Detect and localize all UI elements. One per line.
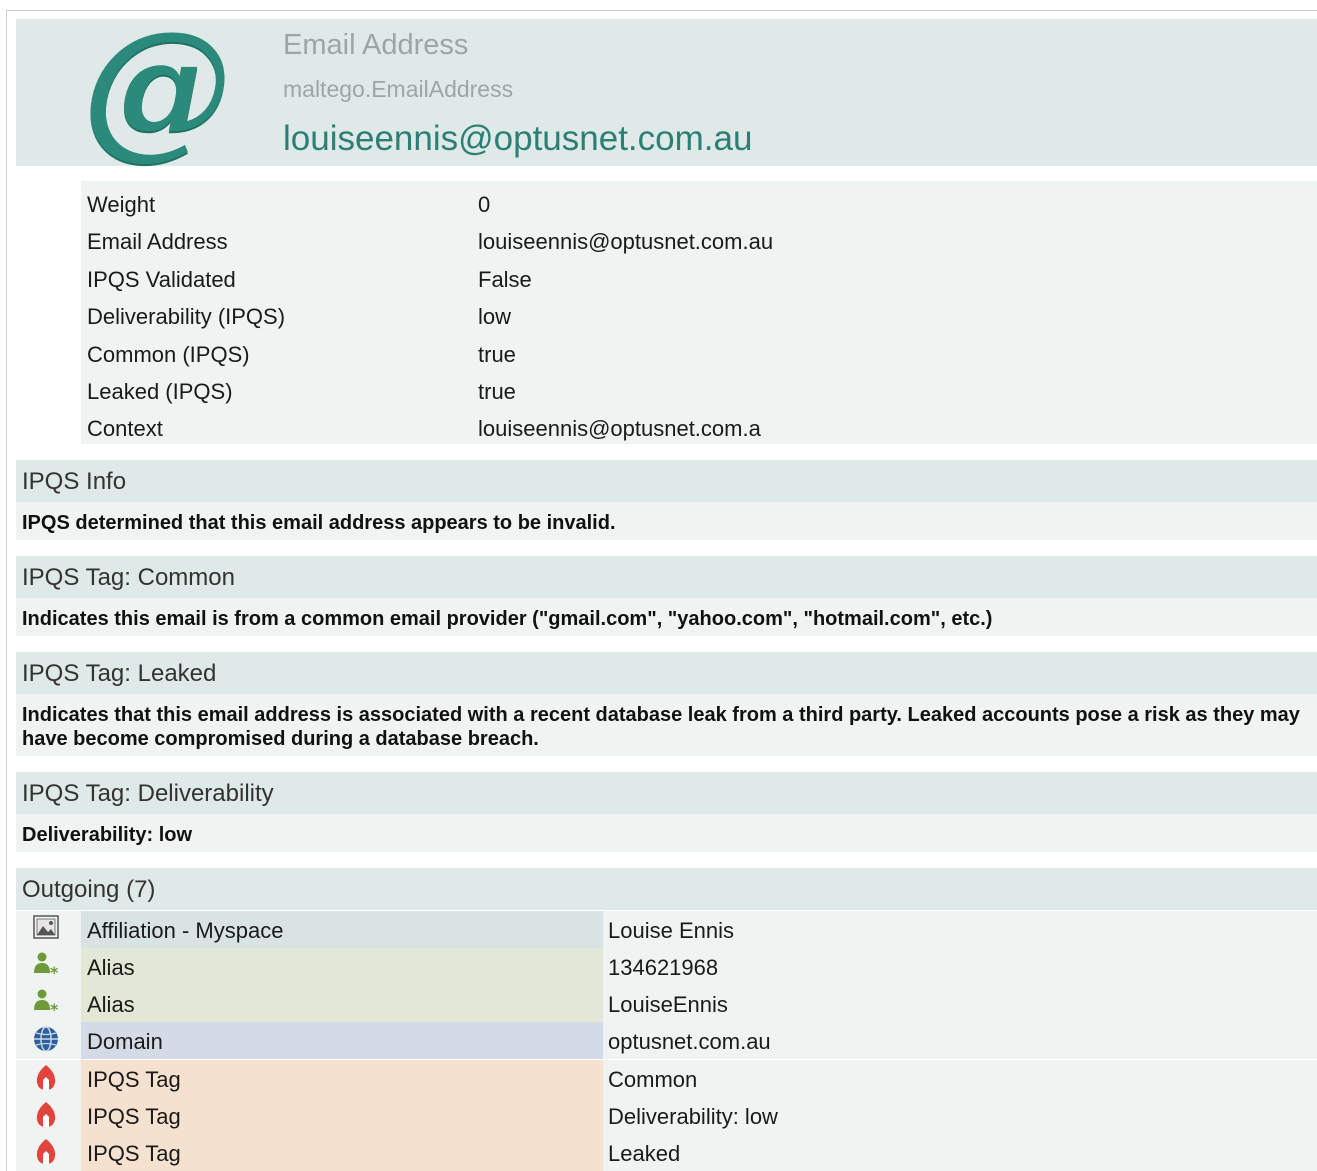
outgoing-value[interactable]: 134621968 xyxy=(608,955,718,981)
section-header-ipqs-info: IPQS Info xyxy=(16,460,1317,502)
property-value[interactable]: louiseennis@optusnet.com.au xyxy=(478,229,773,255)
section-body-tag-leaked: Indicates that this email address is ass… xyxy=(16,694,1317,756)
svg-text:*: * xyxy=(50,1000,59,1018)
property-value[interactable]: low xyxy=(478,304,511,330)
section-title: IPQS Info xyxy=(22,468,127,495)
outgoing-value[interactable]: Common xyxy=(608,1067,697,1093)
outgoing-type-cell: Domain xyxy=(81,1022,603,1059)
image-icon xyxy=(33,915,59,939)
property-name: IPQS Validated xyxy=(87,267,236,292)
outgoing-value[interactable]: optusnet.com.au xyxy=(608,1029,771,1055)
flame-tag-icon xyxy=(36,1102,56,1127)
person-alias-icon: * xyxy=(34,952,59,981)
outgoing-value[interactable]: LouiseEnnis xyxy=(608,992,728,1018)
properties-table: Weight 0 Email Address louiseennis@optus… xyxy=(81,181,1317,444)
section-body-ipqs-info: IPQS determined that this email address … xyxy=(16,502,1317,540)
section-body-tag-common: Indicates this email is from a common em… xyxy=(16,598,1317,636)
section-body-tag-deliverability: Deliverability: low xyxy=(16,814,1317,852)
outgoing-header: Outgoing (7) xyxy=(16,868,1317,910)
property-value[interactable]: 0 xyxy=(478,192,490,218)
outgoing-type-cell: IPQS Tag xyxy=(81,1134,603,1171)
outgoing-type: IPQS Tag xyxy=(87,1141,181,1166)
email-at-icon: @ xyxy=(82,0,232,174)
property-row: Email Address louiseennis@optusnet.com.a… xyxy=(81,222,1317,259)
outgoing-type-cell: IPQS Tag xyxy=(81,1060,603,1097)
section-title: IPQS Tag: Leaked xyxy=(22,660,217,687)
outgoing-type: IPQS Tag xyxy=(87,1104,181,1129)
section-header-tag-common: IPQS Tag: Common xyxy=(16,556,1317,598)
outgoing-type-cell: Alias xyxy=(81,985,603,1022)
property-row: Leaked (IPQS) true xyxy=(81,372,1317,409)
section-text: Indicates this email is from a common em… xyxy=(22,608,993,630)
outgoing-value[interactable]: Leaked xyxy=(608,1141,680,1167)
outgoing-type: Alias xyxy=(87,955,135,980)
entity-header: @ Email Address maltego.EmailAddress lou… xyxy=(16,11,1317,166)
property-name: Email Address xyxy=(87,229,228,254)
property-row: Deliverability (IPQS) low xyxy=(81,297,1317,334)
property-name: Context xyxy=(87,416,163,441)
outgoing-type-cell: Affiliation - Myspace xyxy=(81,911,603,948)
entity-value[interactable]: louiseennis@optusnet.com.au xyxy=(283,119,752,159)
outgoing-type: Alias xyxy=(87,992,135,1017)
property-value[interactable]: louiseennis@optusnet.com.a xyxy=(478,416,761,442)
person-alias-icon: * xyxy=(34,989,59,1018)
property-row: IPQS Validated False xyxy=(81,260,1317,297)
entity-type-id: maltego.EmailAddress xyxy=(283,76,514,102)
property-row: Common (IPQS) true xyxy=(81,335,1317,372)
outgoing-type: Affiliation - Myspace xyxy=(87,918,284,943)
property-name: Weight xyxy=(87,192,156,217)
section-text: IPQS determined that this email address … xyxy=(22,512,616,534)
entity-type-label: Email Address xyxy=(283,29,469,61)
property-name: Deliverability (IPQS) xyxy=(87,304,286,329)
section-text: Indicates that this email address is ass… xyxy=(22,704,1300,750)
outgoing-link-row[interactable]: Affiliation - Myspace Louise Ennis xyxy=(16,911,1317,948)
property-row: Weight 0 xyxy=(81,185,1317,222)
property-value[interactable]: False xyxy=(478,267,532,293)
section-text: Deliverability: low xyxy=(22,824,193,846)
property-value[interactable]: true xyxy=(478,379,516,405)
property-row: Context louiseennis@optusnet.com.a xyxy=(81,409,1317,446)
property-name: Leaked (IPQS) xyxy=(87,379,233,404)
outgoing-title: Outgoing (7) xyxy=(22,876,156,903)
outgoing-type-cell: IPQS Tag xyxy=(81,1097,603,1134)
property-value[interactable]: true xyxy=(478,342,516,368)
outgoing-link-row[interactable]: IPQS Tag Leaked xyxy=(16,1134,1317,1171)
outgoing-type-cell: Alias xyxy=(81,948,603,985)
outgoing-value[interactable]: Louise Ennis xyxy=(608,918,734,944)
property-name: Common (IPQS) xyxy=(87,342,250,367)
outgoing-link-row[interactable]: * Alias LouiseEnnis xyxy=(16,985,1317,1022)
section-header-tag-leaked: IPQS Tag: Leaked xyxy=(16,652,1317,694)
outgoing-value[interactable]: Deliverability: low xyxy=(608,1104,778,1130)
outgoing-link-row[interactable]: IPQS Tag Deliverability: low xyxy=(16,1097,1317,1134)
outgoing-type: IPQS Tag xyxy=(87,1067,181,1092)
svg-text:*: * xyxy=(50,963,59,981)
flame-tag-icon xyxy=(36,1139,56,1164)
section-header-tag-deliverability: IPQS Tag: Deliverability xyxy=(16,772,1317,814)
section-title: IPQS Tag: Deliverability xyxy=(22,780,274,807)
globe-icon xyxy=(34,1026,58,1052)
section-title: IPQS Tag: Common xyxy=(22,564,235,591)
outgoing-type: Domain xyxy=(87,1029,163,1054)
outgoing-link-row[interactable]: * Alias 134621968 xyxy=(16,948,1317,985)
outgoing-link-row[interactable]: Domain optusnet.com.au xyxy=(16,1022,1317,1059)
flame-tag-icon xyxy=(36,1065,56,1090)
outgoing-link-row[interactable]: IPQS Tag Common xyxy=(16,1060,1317,1097)
